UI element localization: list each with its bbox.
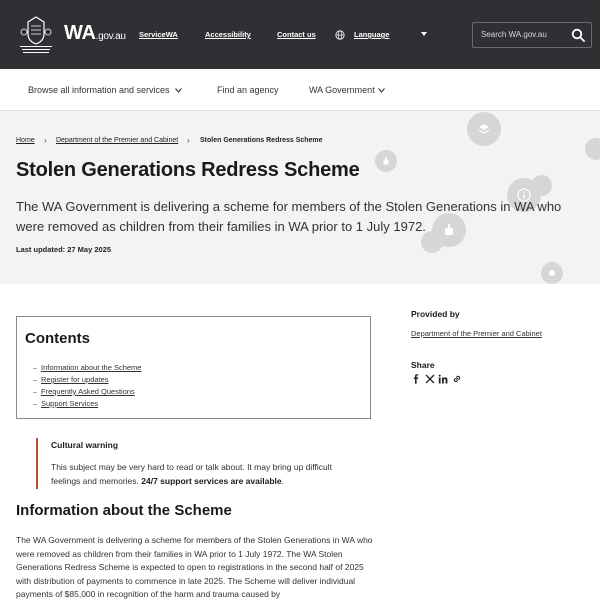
decorative-bubble [585, 138, 600, 160]
breadcrumb-current: Stolen Generations Redress Scheme [200, 137, 323, 144]
main-navigation: Browse all information and services Find… [0, 69, 600, 111]
language-selector[interactable]: Language [354, 30, 389, 39]
contact-us-link[interactable]: Contact us [277, 30, 316, 39]
chevron-down-icon[interactable] [378, 88, 385, 93]
x-icon[interactable] [425, 374, 435, 384]
chevron-down-icon[interactable] [421, 32, 427, 36]
page-title: Stolen Generations Redress Scheme [16, 159, 360, 181]
chevron-right-icon: › [44, 136, 47, 145]
toc-item: – Support Services [33, 399, 99, 408]
facebook-icon[interactable] [411, 374, 421, 384]
toc-link-information[interactable]: Information about the Scheme [41, 363, 141, 372]
servicewa-link[interactable]: ServiceWA [139, 30, 178, 39]
warning-body: This subject may be very hard to read or… [51, 462, 332, 486]
breadcrumb-home[interactable]: Home [16, 137, 35, 144]
toc-link-support[interactable]: Support Services [41, 399, 98, 408]
toc-item: – Register for updates [33, 375, 109, 384]
logo-main: WA [64, 22, 96, 44]
chevron-right-icon: › [187, 136, 190, 145]
section-body: The WA Government is delivering a scheme… [16, 535, 373, 599]
decorative-bubble [541, 262, 563, 284]
warning-title: Cultural warning [51, 440, 119, 450]
wa-gov-logo-text[interactable]: WA.gov.au [64, 22, 126, 45]
linkedin-icon[interactable] [438, 374, 448, 384]
page-hero: Home › Department of the Premier and Cab… [0, 111, 600, 284]
top-bar: WA.gov.au ServiceWA Accessibility Contac… [0, 0, 600, 69]
share-label: Share [411, 360, 435, 370]
breadcrumb-department[interactable]: Department of the Premier and Cabinet [56, 137, 178, 144]
toc-item: – Information about the Scheme [33, 363, 142, 372]
chevron-down-icon[interactable] [175, 88, 182, 93]
globe-icon [335, 30, 345, 40]
support-services-link[interactable]: 24/7 support services are available [141, 476, 281, 486]
last-updated: Last updated: 27 May 2025 [16, 245, 112, 254]
toc-link-faq[interactable]: Frequently Asked Questions [41, 387, 135, 396]
toc-link-register[interactable]: Register for updates [41, 375, 109, 384]
page-lead: The WA Government is delivering a scheme… [16, 199, 562, 234]
provided-by-label: Provided by [411, 309, 460, 319]
search-field[interactable]: Search WA.gov.au [472, 22, 592, 48]
toc-item: – Frequently Asked Questions [33, 387, 135, 396]
nav-wa-government[interactable]: WA Government [309, 85, 375, 95]
contents-title: Contents [25, 330, 90, 347]
nav-browse-services[interactable]: Browse all information and services [28, 85, 170, 95]
nav-find-agency[interactable]: Find an agency [217, 85, 279, 95]
provided-by-link[interactable]: Department of the Premier and Cabinet [411, 329, 542, 338]
search-input[interactable]: Search WA.gov.au [481, 30, 547, 39]
hand-icon [375, 150, 397, 172]
accessibility-link[interactable]: Accessibility [205, 30, 251, 39]
layers-icon [467, 112, 501, 146]
wa-crest-logo[interactable] [16, 14, 56, 56]
section-title: Information about the Scheme [16, 502, 232, 519]
logo-suffix: .gov.au [95, 31, 126, 42]
search-icon[interactable] [571, 28, 585, 42]
link-icon[interactable] [452, 374, 462, 384]
contents-box: Contents – Information about the Scheme –… [16, 316, 371, 419]
cultural-warning: Cultural warning This subject may be ver… [36, 438, 356, 489]
